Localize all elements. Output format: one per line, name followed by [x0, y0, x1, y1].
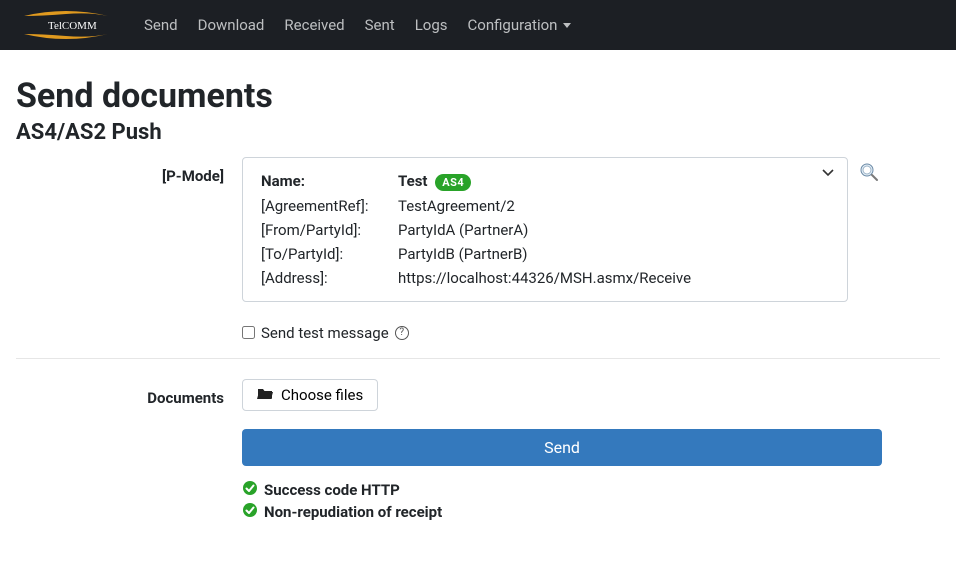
pmode-dropdown[interactable]: Name: Test AS4 [AgreementRef]:TestAgreem…	[242, 157, 848, 302]
nav-item-configuration[interactable]: Configuration	[458, 0, 582, 50]
send-test-message-checkbox[interactable]	[242, 326, 255, 339]
svg-text:TelCOMM: TelCOMM	[48, 20, 97, 32]
nav-item-received[interactable]: Received	[274, 0, 354, 50]
navbar: TelCOMM Send Download Received Sent Logs…	[0, 0, 956, 50]
pmode-key: [From/PartyId]:	[261, 219, 396, 241]
help-icon[interactable]: ?	[395, 326, 409, 340]
choose-files-button[interactable]: Choose files	[242, 379, 378, 411]
check-circle-icon	[242, 480, 258, 500]
pmode-key: [Address]:	[261, 267, 396, 289]
page-subtitle: AS4/AS2 Push	[16, 120, 940, 145]
pmode-label: [P-Mode]	[16, 157, 242, 185]
nav-item-send[interactable]: Send	[134, 0, 188, 50]
documents-label: Documents	[16, 379, 242, 407]
nav-item-download[interactable]: Download	[188, 0, 275, 50]
send-test-message-option[interactable]: Send test message ?	[242, 324, 882, 342]
page-title: Send documents	[16, 76, 940, 116]
send-button[interactable]: Send	[242, 429, 882, 466]
pmode-val: PartyIdA (PartnerA)	[398, 219, 691, 241]
pmode-name-key: Name:	[261, 170, 396, 193]
chevron-down-icon	[563, 23, 571, 28]
pmode-key: [To/PartyId]:	[261, 243, 396, 265]
status-non-repudiation: Non-repudiation of receipt	[242, 502, 882, 522]
status-list: Success code HTTP Non-repudiation of rec…	[242, 480, 882, 522]
send-test-message-label: Send test message	[261, 324, 389, 342]
check-circle-icon	[242, 502, 258, 522]
nav-item-logs[interactable]: Logs	[405, 0, 458, 50]
folder-open-icon	[257, 386, 273, 404]
section-divider	[16, 358, 940, 359]
pmode-val: https://localhost:44326/MSH.asmx/Receive	[398, 267, 691, 289]
pmode-name-value: Test	[398, 172, 428, 190]
status-success-http: Success code HTTP	[242, 480, 882, 500]
protocol-badge: AS4	[435, 174, 471, 191]
search-icon[interactable]	[858, 161, 882, 185]
pmode-val: TestAgreement/2	[398, 195, 691, 217]
chevron-down-icon	[821, 166, 835, 184]
nav-item-sent[interactable]: Sent	[355, 0, 405, 50]
pmode-key: [AgreementRef]:	[261, 195, 396, 217]
pmode-val: PartyIdB (PartnerB)	[398, 243, 691, 265]
nav-list: Send Download Received Sent Logs Configu…	[134, 0, 581, 50]
brand-logo[interactable]: TelCOMM	[18, 10, 114, 40]
